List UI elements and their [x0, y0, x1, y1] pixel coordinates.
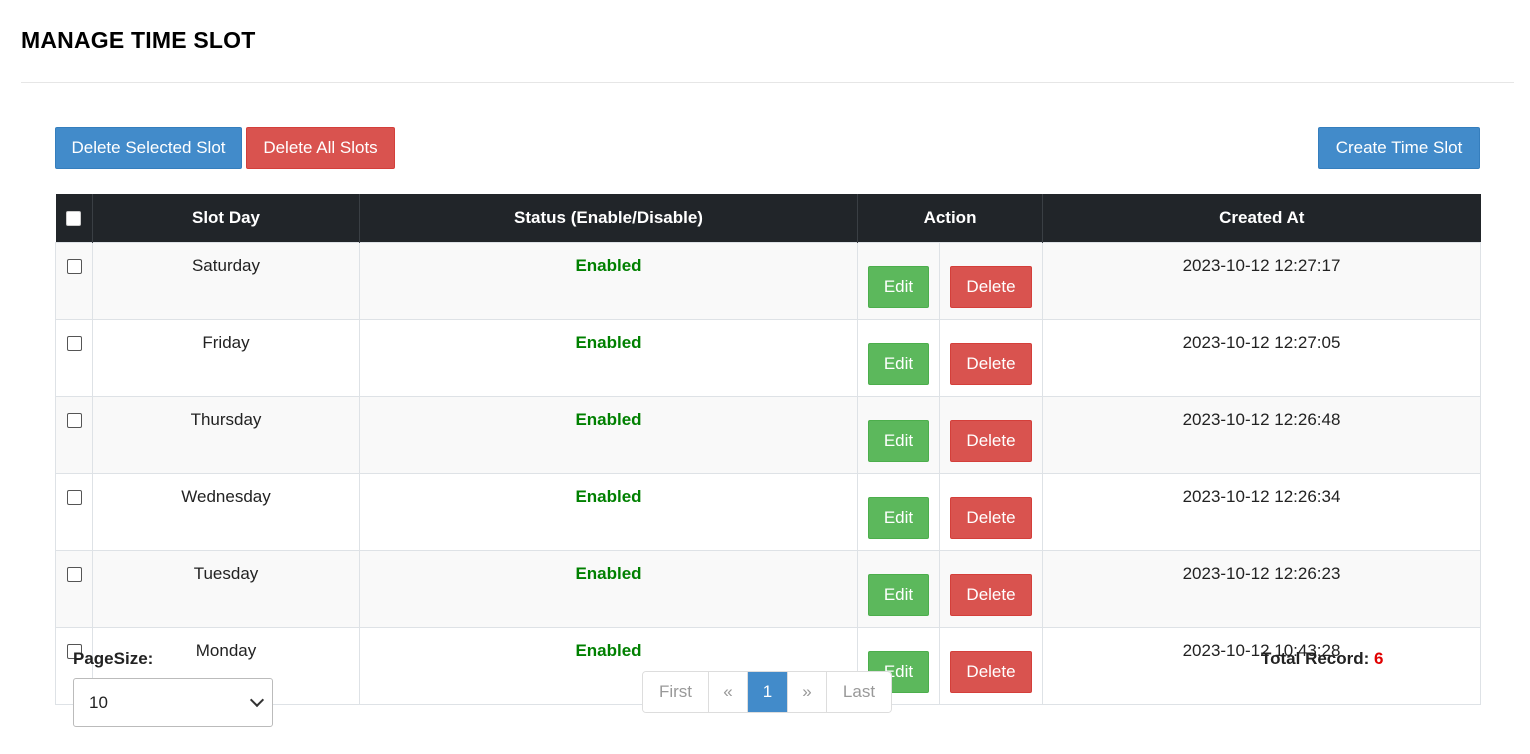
delete-all-slots-button[interactable]: Delete All Slots — [246, 127, 395, 169]
edit-cell: Edit — [857, 472, 940, 551]
row-select-cell — [55, 549, 93, 628]
pager-item[interactable]: » — [788, 672, 827, 712]
header-status: Status (Enable/Disable) — [359, 194, 858, 242]
created-at-cell: 2023-10-12 12:26:23 — [1042, 549, 1482, 628]
delete-button[interactable]: Delete — [950, 419, 1032, 462]
chevron-down-icon — [249, 692, 265, 708]
header-slot-day: Slot Day — [92, 194, 360, 242]
slot-day-cell: Friday — [92, 318, 360, 397]
delete-cell: Delete — [938, 318, 1044, 397]
delete-cell: Delete — [938, 472, 1044, 551]
slot-day-cell: Tuesday — [92, 549, 360, 628]
pagination: First «1» Last — [642, 671, 892, 713]
row-checkbox[interactable] — [66, 412, 82, 428]
edit-button[interactable]: Edit — [868, 342, 929, 385]
created-at-cell: 2023-10-12 12:27:05 — [1042, 318, 1482, 397]
delete-button[interactable]: Delete — [950, 265, 1032, 308]
status-enabled-text: Enabled — [575, 409, 642, 429]
delete-button[interactable]: Delete — [950, 573, 1032, 616]
edit-button[interactable]: Edit — [868, 419, 929, 462]
total-record-count: 6 — [1374, 649, 1384, 668]
header-action: Action — [857, 194, 1044, 242]
status-cell: Enabled — [359, 241, 858, 320]
status-enabled-text: Enabled — [575, 255, 642, 275]
delete-button[interactable]: Delete — [950, 342, 1032, 385]
status-cell: Enabled — [359, 395, 858, 474]
status-enabled-text: Enabled — [575, 563, 642, 583]
table-row: Friday Enabled Edit Delete 2023-10-12 12… — [55, 318, 1482, 397]
total-record-label: Total Record: — [1261, 649, 1370, 668]
title-divider — [21, 82, 1514, 83]
table-row: Wednesday Enabled Edit Delete 2023-10-12… — [55, 472, 1482, 551]
row-checkbox[interactable] — [66, 566, 82, 582]
status-enabled-text: Enabled — [575, 486, 642, 506]
delete-cell: Delete — [938, 241, 1044, 320]
row-checkbox[interactable] — [66, 258, 82, 274]
edit-cell: Edit — [857, 241, 940, 320]
created-at-cell: 2023-10-12 12:26:48 — [1042, 395, 1482, 474]
total-record: Total Record: 6 — [1261, 649, 1384, 669]
delete-button[interactable]: Delete — [950, 496, 1032, 539]
pager-item[interactable]: 1 — [748, 672, 788, 712]
edit-cell: Edit — [857, 318, 940, 397]
slot-day-cell: Wednesday — [92, 472, 360, 551]
status-cell: Enabled — [359, 318, 858, 397]
edit-cell: Edit — [857, 549, 940, 628]
delete-selected-slot-button[interactable]: Delete Selected Slot — [55, 127, 242, 169]
row-select-cell — [55, 241, 93, 320]
status-cell: Enabled — [359, 472, 858, 551]
created-at-cell: 2023-10-12 12:27:17 — [1042, 241, 1482, 320]
pagesize-value: 10 — [89, 692, 108, 712]
delete-cell: Delete — [938, 395, 1044, 474]
edit-button[interactable]: Edit — [868, 496, 929, 539]
table-header-row: Slot Day Status (Enable/Disable) Action … — [55, 194, 1481, 242]
delete-button[interactable]: Delete — [950, 650, 1032, 693]
status-cell: Enabled — [359, 549, 858, 628]
status-enabled-text: Enabled — [575, 332, 642, 352]
delete-cell: Delete — [938, 549, 1044, 628]
select-all-checkbox[interactable] — [66, 210, 82, 226]
delete-cell: Delete — [938, 626, 1044, 705]
slot-day-cell: Thursday — [92, 395, 360, 474]
header-created-at: Created At — [1042, 194, 1481, 242]
time-slot-table: Slot Day Status (Enable/Disable) Action … — [55, 194, 1482, 705]
table-row: Saturday Enabled Edit Delete 2023-10-12 … — [55, 241, 1482, 320]
row-select-cell — [55, 395, 93, 474]
row-select-cell — [55, 472, 93, 551]
pagesize-label: PageSize: — [73, 649, 154, 668]
edit-cell: Edit — [857, 395, 940, 474]
create-time-slot-button[interactable]: Create Time Slot — [1318, 127, 1480, 169]
row-select-cell — [55, 318, 93, 397]
page-title: MANAGE TIME SLOT — [21, 27, 256, 53]
edit-button[interactable]: Edit — [868, 573, 929, 616]
pagesize-select[interactable]: 10 — [73, 678, 273, 727]
table-row: Tuesday Enabled Edit Delete 2023-10-12 1… — [55, 549, 1482, 628]
select-all-cell — [55, 194, 93, 242]
edit-button[interactable]: Edit — [868, 265, 929, 308]
row-checkbox[interactable] — [66, 335, 82, 351]
table-row: Thursday Enabled Edit Delete 2023-10-12 … — [55, 395, 1482, 474]
status-enabled-text: Enabled — [575, 640, 642, 660]
pager-item[interactable]: Last — [827, 672, 891, 712]
slot-day-cell: Saturday — [92, 241, 360, 320]
pager-item[interactable]: « — [709, 672, 748, 712]
row-checkbox[interactable] — [66, 489, 82, 505]
pager-item[interactable]: First — [643, 672, 709, 712]
created-at-cell: 2023-10-12 12:26:34 — [1042, 472, 1482, 551]
